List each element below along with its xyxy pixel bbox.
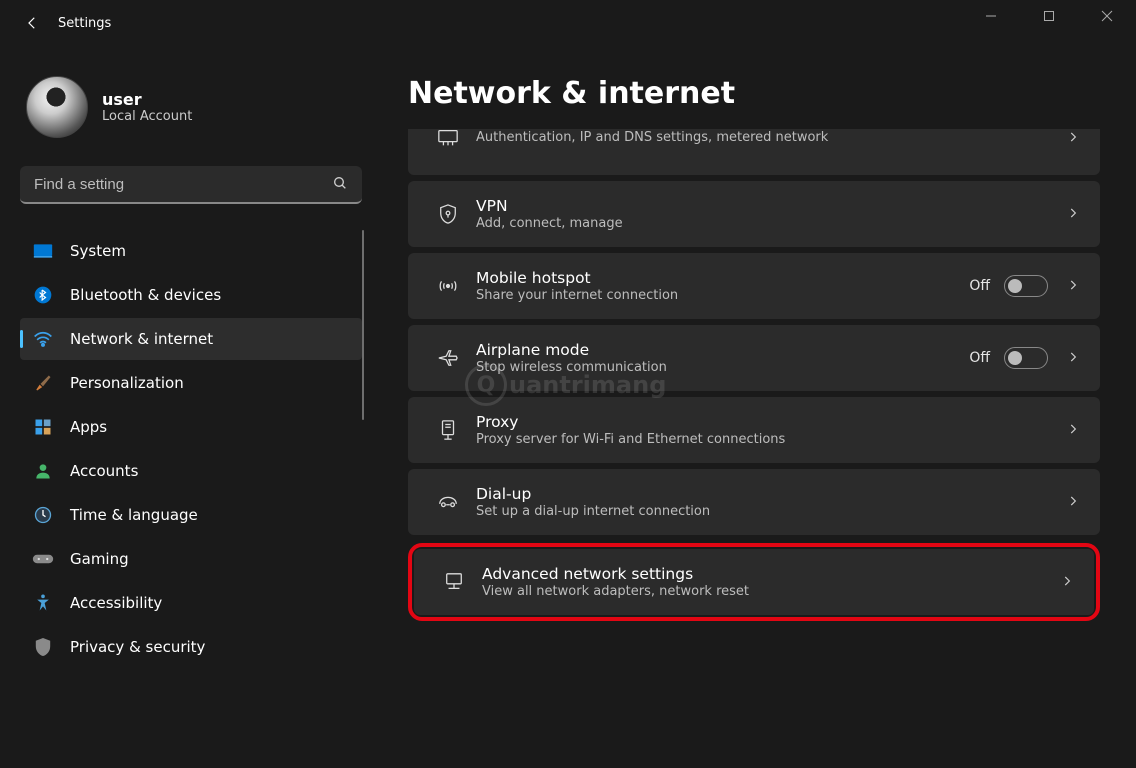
sidebar-item-network[interactable]: Network & internet [20,318,362,360]
airplane-toggle[interactable] [1004,347,1048,369]
chevron-right-icon [1066,493,1080,512]
settings-card-list: Authentication, IP and DNS settings, met… [408,129,1100,621]
vpn-shield-icon [426,203,470,225]
sidebar-item-system[interactable]: System [20,230,362,272]
wifi-icon [32,331,54,347]
profile-account-type: Local Account [102,109,192,124]
sidebar-item-label: Accounts [70,462,138,480]
card-sub: Proxy server for Wi-Fi and Ethernet conn… [476,432,1062,447]
chevron-right-icon [1066,277,1080,296]
bluetooth-icon [32,285,54,305]
airplane-icon [426,348,470,368]
nav-scrollbar[interactable] [362,230,364,420]
sidebar: user Local Account System Blu [0,46,380,768]
card-dialup[interactable]: Dial-up Set up a dial-up internet connec… [408,469,1100,535]
sidebar-item-label: Personalization [70,374,184,392]
accessibility-icon [32,593,54,613]
advanced-network-icon [432,572,476,592]
sidebar-item-label: System [70,242,126,260]
card-title: Proxy [476,413,1062,431]
sidebar-item-label: Network & internet [70,330,213,348]
sidebar-item-accounts[interactable]: Accounts [20,450,362,492]
window-title: Settings [58,16,111,31]
card-title: Mobile hotspot [476,269,969,287]
sidebar-nav: System Bluetooth & devices Network & int… [20,230,362,668]
gamepad-icon [32,551,54,567]
minimize-icon [985,10,997,22]
sidebar-item-privacy[interactable]: Privacy & security [20,626,362,668]
back-button[interactable] [20,11,44,35]
card-sub: View all network adapters, network reset [482,584,1056,599]
sidebar-item-time-language[interactable]: Time & language [20,494,362,536]
proxy-icon [426,419,470,441]
hotspot-icon [426,277,470,295]
titlebar: Settings [0,0,1136,46]
chevron-right-icon [1060,573,1074,592]
clock-globe-icon [32,505,54,525]
paintbrush-icon [32,373,54,393]
maximize-button[interactable] [1020,0,1078,32]
card-sub: Add, connect, manage [476,216,1062,231]
apps-icon [32,417,54,437]
shield-icon [32,637,54,657]
card-sub: Share your internet connection [476,288,969,303]
avatar [26,76,88,138]
page-title: Network & internet [408,76,1100,111]
card-advanced-network[interactable]: Advanced network settings View all netwo… [414,549,1094,615]
search-wrap [20,166,362,204]
system-icon [32,243,54,259]
sidebar-item-gaming[interactable]: Gaming [20,538,362,580]
chevron-right-icon [1066,129,1080,148]
sidebar-item-label: Time & language [70,506,198,524]
card-sub: Authentication, IP and DNS settings, met… [476,130,1062,145]
card-sub: Set up a dial-up internet connection [476,504,1062,519]
card-mobile-hotspot[interactable]: Mobile hotspot Share your internet conne… [408,253,1100,319]
window-controls [962,0,1136,46]
toggle-label: Off [969,350,990,366]
sidebar-item-label: Gaming [70,550,129,568]
profile-username: user [102,90,192,109]
accounts-icon [32,461,54,481]
sidebar-item-accessibility[interactable]: Accessibility [20,582,362,624]
search-icon [332,175,348,195]
sidebar-item-label: Privacy & security [70,638,205,656]
content: Network & internet Authentication, IP an… [380,46,1136,768]
profile-block[interactable]: user Local Account [20,76,362,138]
card-title: Dial-up [476,485,1062,503]
chevron-right-icon [1066,349,1080,368]
sidebar-item-apps[interactable]: Apps [20,406,362,448]
card-title: Advanced network settings [482,565,1056,583]
card-vpn[interactable]: VPN Add, connect, manage [408,181,1100,247]
search-input[interactable] [20,166,362,204]
sidebar-item-bluetooth[interactable]: Bluetooth & devices [20,274,362,316]
toggle-label: Off [969,278,990,294]
minimize-button[interactable] [962,0,1020,32]
sidebar-item-personalization[interactable]: Personalization [20,362,362,404]
dialup-icon [426,494,470,510]
chevron-right-icon [1066,421,1080,440]
card-sub: Stop wireless communication [476,360,969,375]
maximize-icon [1043,10,1055,22]
card-title: VPN [476,197,1062,215]
sidebar-item-label: Bluetooth & devices [70,286,221,304]
chevron-right-icon [1066,205,1080,224]
sidebar-item-label: Accessibility [70,594,162,612]
close-button[interactable] [1078,0,1136,32]
card-title: Airplane mode [476,341,969,359]
ethernet-icon [426,129,470,147]
close-icon [1101,10,1113,22]
card-proxy[interactable]: Proxy Proxy server for Wi-Fi and Etherne… [408,397,1100,463]
sidebar-item-label: Apps [70,418,107,436]
card-airplane-mode[interactable]: Airplane mode Stop wireless communicatio… [408,325,1100,391]
arrow-left-icon [23,14,41,32]
highlight-ring: Advanced network settings View all netwo… [408,543,1100,621]
hotspot-toggle[interactable] [1004,275,1048,297]
card-ethernet-partial[interactable]: Authentication, IP and DNS settings, met… [408,129,1100,175]
